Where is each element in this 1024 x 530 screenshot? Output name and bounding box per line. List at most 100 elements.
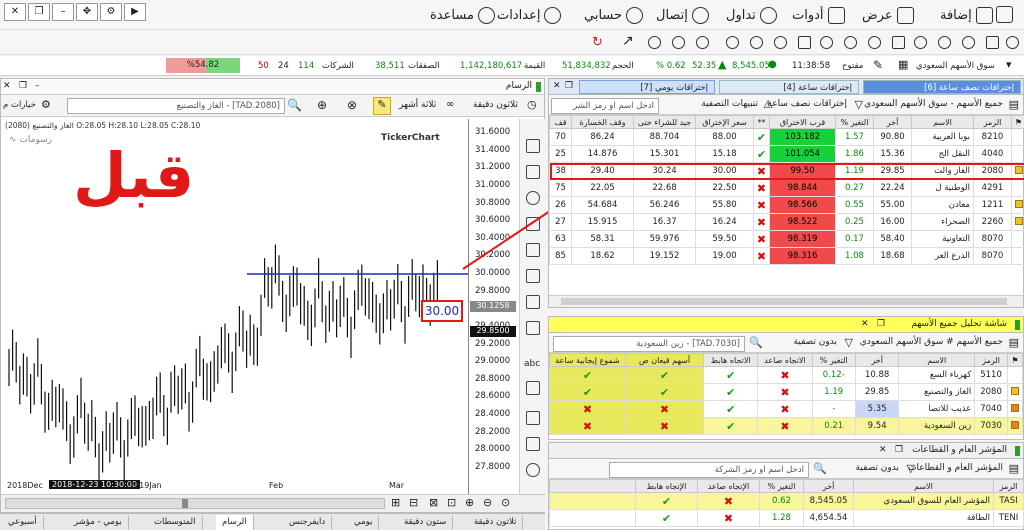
col-buy-until[interactable]: جيد للشراء حتى [633, 115, 696, 129]
sectors-search[interactable]: ادخل اسم او رمز الشركة [609, 462, 809, 478]
tool-icon-7[interactable] [798, 36, 811, 49]
zoom-reset-icon[interactable]: ⊙ [501, 496, 510, 509]
col-change[interactable]: التغير % [811, 353, 856, 367]
tool-icon-9[interactable] [844, 36, 857, 49]
restore-icon[interactable]: ❐ [19, 81, 27, 91]
analysis-symbol-field[interactable]: [TAD.7030] - زين السعودية [553, 336, 745, 352]
shape-tool-icon[interactable] [526, 381, 540, 395]
list-tool-icon[interactable] [526, 411, 540, 425]
tab-averages[interactable]: المتوسطات [148, 515, 203, 530]
tool-icon-15[interactable] [986, 36, 999, 49]
restore-icon[interactable]: ❐ [28, 3, 50, 21]
table-row[interactable]: 8070 التعاونية 58.40 0.17 98.319 ✖ 59.50 59.976… [549, 230, 1024, 248]
chart-options[interactable]: خيارات م [3, 100, 36, 110]
col-trend-down[interactable]: الاتجاه هابط [703, 353, 759, 367]
list-icon[interactable]: ▤ [1009, 462, 1019, 475]
table-row[interactable]: 8070 الدرع العر 18.68 1.08 98.316 ✖ 19.00 19.15… [549, 247, 1024, 265]
restore-icon[interactable]: ❐ [895, 445, 903, 455]
fit-icon[interactable]: ⊠ [429, 496, 438, 509]
zoom-in-icon[interactable]: ⊕ [465, 496, 474, 509]
analysis-no-filter[interactable]: بدون تصفية [794, 337, 837, 347]
search-icon[interactable]: 🔍 [813, 462, 827, 475]
minimize-icon[interactable]: – [52, 3, 74, 21]
flag-cell[interactable] [1011, 162, 1024, 180]
restore-icon[interactable]: ❐ [565, 81, 573, 91]
analysis-filter[interactable]: جميع الأسهم # سوق الأسهم السعودي [860, 337, 1003, 347]
filter-icon[interactable]: ▽ [907, 462, 915, 475]
scroll-left-icon[interactable]: ⊞ [391, 496, 400, 509]
tool-icon-4[interactable] [726, 36, 739, 49]
minimize-icon[interactable]: – [35, 81, 40, 91]
col-name[interactable]: الاسم [911, 115, 974, 129]
table-row[interactable]: TASI المؤشر العام للسوق السعودي 8,545.05 0.… [549, 492, 1024, 510]
col-last[interactable]: أخر [854, 353, 900, 367]
grid-icon[interactable]: ▦ [898, 58, 908, 71]
reset-icon[interactable]: ⊡ [447, 496, 456, 509]
flag-cell[interactable] [1011, 247, 1024, 265]
col-flag[interactable]: ⚑ [1011, 115, 1024, 129]
close-icon[interactable]: ✕ [4, 3, 26, 21]
alert-icon[interactable]: ⚠ [763, 98, 773, 111]
pencil-icon[interactable]: ✎ [373, 97, 391, 115]
col-symbol[interactable]: الرمز [993, 479, 1024, 493]
close-icon[interactable]: ✕ [3, 81, 11, 91]
tool-icon-10[interactable] [868, 36, 881, 49]
table-row[interactable]: 4291 الوطنية ل 22.24 0.27 98.844 ✖ 22.50 22.68 2… [549, 179, 1024, 197]
tool-icon-2[interactable] [672, 36, 685, 49]
filter-icon[interactable]: ▽ [855, 98, 863, 111]
table-row[interactable]: 2080 الغاز والتصنيع 29.85 1.19 ✖ ✔ ✔ ✔ [549, 383, 1024, 401]
chart-interval[interactable]: ثلاثون دقيقة [473, 100, 518, 110]
text-tool-icon[interactable]: abc [524, 359, 540, 369]
table-row[interactable]: 7030 زين السعودية 9.54 0.21 ✖ ✔ ✖ ✖ [549, 417, 1024, 435]
breakouts-search[interactable]: ادخل اسم او رمز الشر [551, 98, 659, 114]
col-symbol[interactable]: الرمز [973, 115, 1012, 129]
tab-hour-breakouts[interactable]: إختراقات ساعة [4] [719, 80, 859, 94]
flag-cell[interactable] [1011, 230, 1024, 248]
tab-60min[interactable]: ستون دقيقة [398, 515, 454, 530]
flag-cell[interactable] [1006, 366, 1024, 384]
table-row[interactable]: 1211 معادن 55.00 0.55 98.566 ✖ 55.80 56.246 54.6… [549, 196, 1024, 214]
compare-icon[interactable]: ⊗ [347, 98, 357, 112]
flag-cell[interactable] [1011, 145, 1024, 163]
menu-view[interactable]: عرض [862, 6, 914, 24]
menu-tools[interactable]: أدوات [792, 6, 845, 24]
tab-daily-index[interactable]: يومي - مؤشر [68, 515, 129, 530]
table-row[interactable]: 2260 الصحراء 16.00 0.25 98.522 ✖ 16.24 16.37 15.… [549, 213, 1024, 231]
restore-icon[interactable]: ❐ [877, 319, 885, 329]
market-name[interactable]: سوق الأسهم السعودي [916, 61, 995, 71]
chart-period[interactable]: ثلاثة أشهر [399, 100, 436, 110]
symbol-field[interactable]: [TAD.2080] - الغاز والتصنيع [67, 98, 285, 114]
col-trend-down[interactable]: الإتجاه هابط [635, 479, 698, 493]
breakouts-scroll-thumb[interactable] [561, 298, 1007, 305]
close-icon[interactable]: ✕ [553, 81, 561, 91]
flag-cell[interactable] [1006, 383, 1024, 401]
col-symbol[interactable]: الرمز [974, 353, 1008, 367]
table-row[interactable]: 7040 عذيب للاتصا 5.35- ✖ ✔ ✖ ✖ [549, 400, 1024, 418]
col-change[interactable]: التغير % [835, 115, 874, 129]
tab-daily-breakouts[interactable]: إختراقات يومي [7] [579, 80, 715, 94]
col-last[interactable]: أخر [873, 115, 912, 129]
eraser-tool-icon[interactable] [526, 437, 540, 451]
table-row[interactable]: 2080 الغاز والت 29.85 1.19 99.50 ✖ 30.00 30.24 2… [549, 162, 1024, 180]
col-stop-loss[interactable]: وقف الخسارة [571, 115, 634, 129]
tab-divergence[interactable]: دايفرجنس [283, 515, 333, 530]
col-breakout-price[interactable]: سعر الإختراق [695, 115, 754, 129]
table-row[interactable]: 8210 بوبا العربية 90.80 1.57 103.182 ✔ 88.00 88… [549, 128, 1024, 146]
col-change[interactable]: التغير % [759, 479, 804, 493]
col-positive-candles[interactable]: شموع إيجابية ساعة [549, 353, 626, 367]
list-icon[interactable]: ▤ [1009, 98, 1019, 111]
menu-settings[interactable]: إعدادات [497, 6, 562, 24]
gear-small-icon[interactable]: ⚙ [100, 3, 122, 21]
chart-plot[interactable]: الغاز والتصنيع (2080) O:28.05 H:28.10 L:… [1, 119, 468, 494]
table-row[interactable]: TENI الطاقة 4,654.54 1.28 ✖ ✔ [549, 509, 1024, 527]
scroll-right-icon[interactable]: ⊟ [409, 496, 418, 509]
flag-cell[interactable] [1011, 213, 1024, 231]
col-proximity[interactable]: قرب الاختراق [769, 115, 836, 129]
menu-trade[interactable]: تداول [726, 6, 777, 24]
tab-halfhour-breakouts[interactable]: إختراقات نصف ساعة [6] [863, 80, 1021, 94]
col-bottoms[interactable]: أسهم قيعان ص [624, 353, 705, 367]
sectors-filter[interactable]: المؤشر العام و القطاعات [908, 463, 1003, 473]
dropdown-icon[interactable]: ▾ [1006, 58, 1012, 71]
chart-scrollbar[interactable]: ⊞ ⊟ ⊠ ⊡ ⊕ ⊖ ⊙ [1, 494, 545, 512]
tool-icon-1[interactable] [648, 36, 661, 49]
